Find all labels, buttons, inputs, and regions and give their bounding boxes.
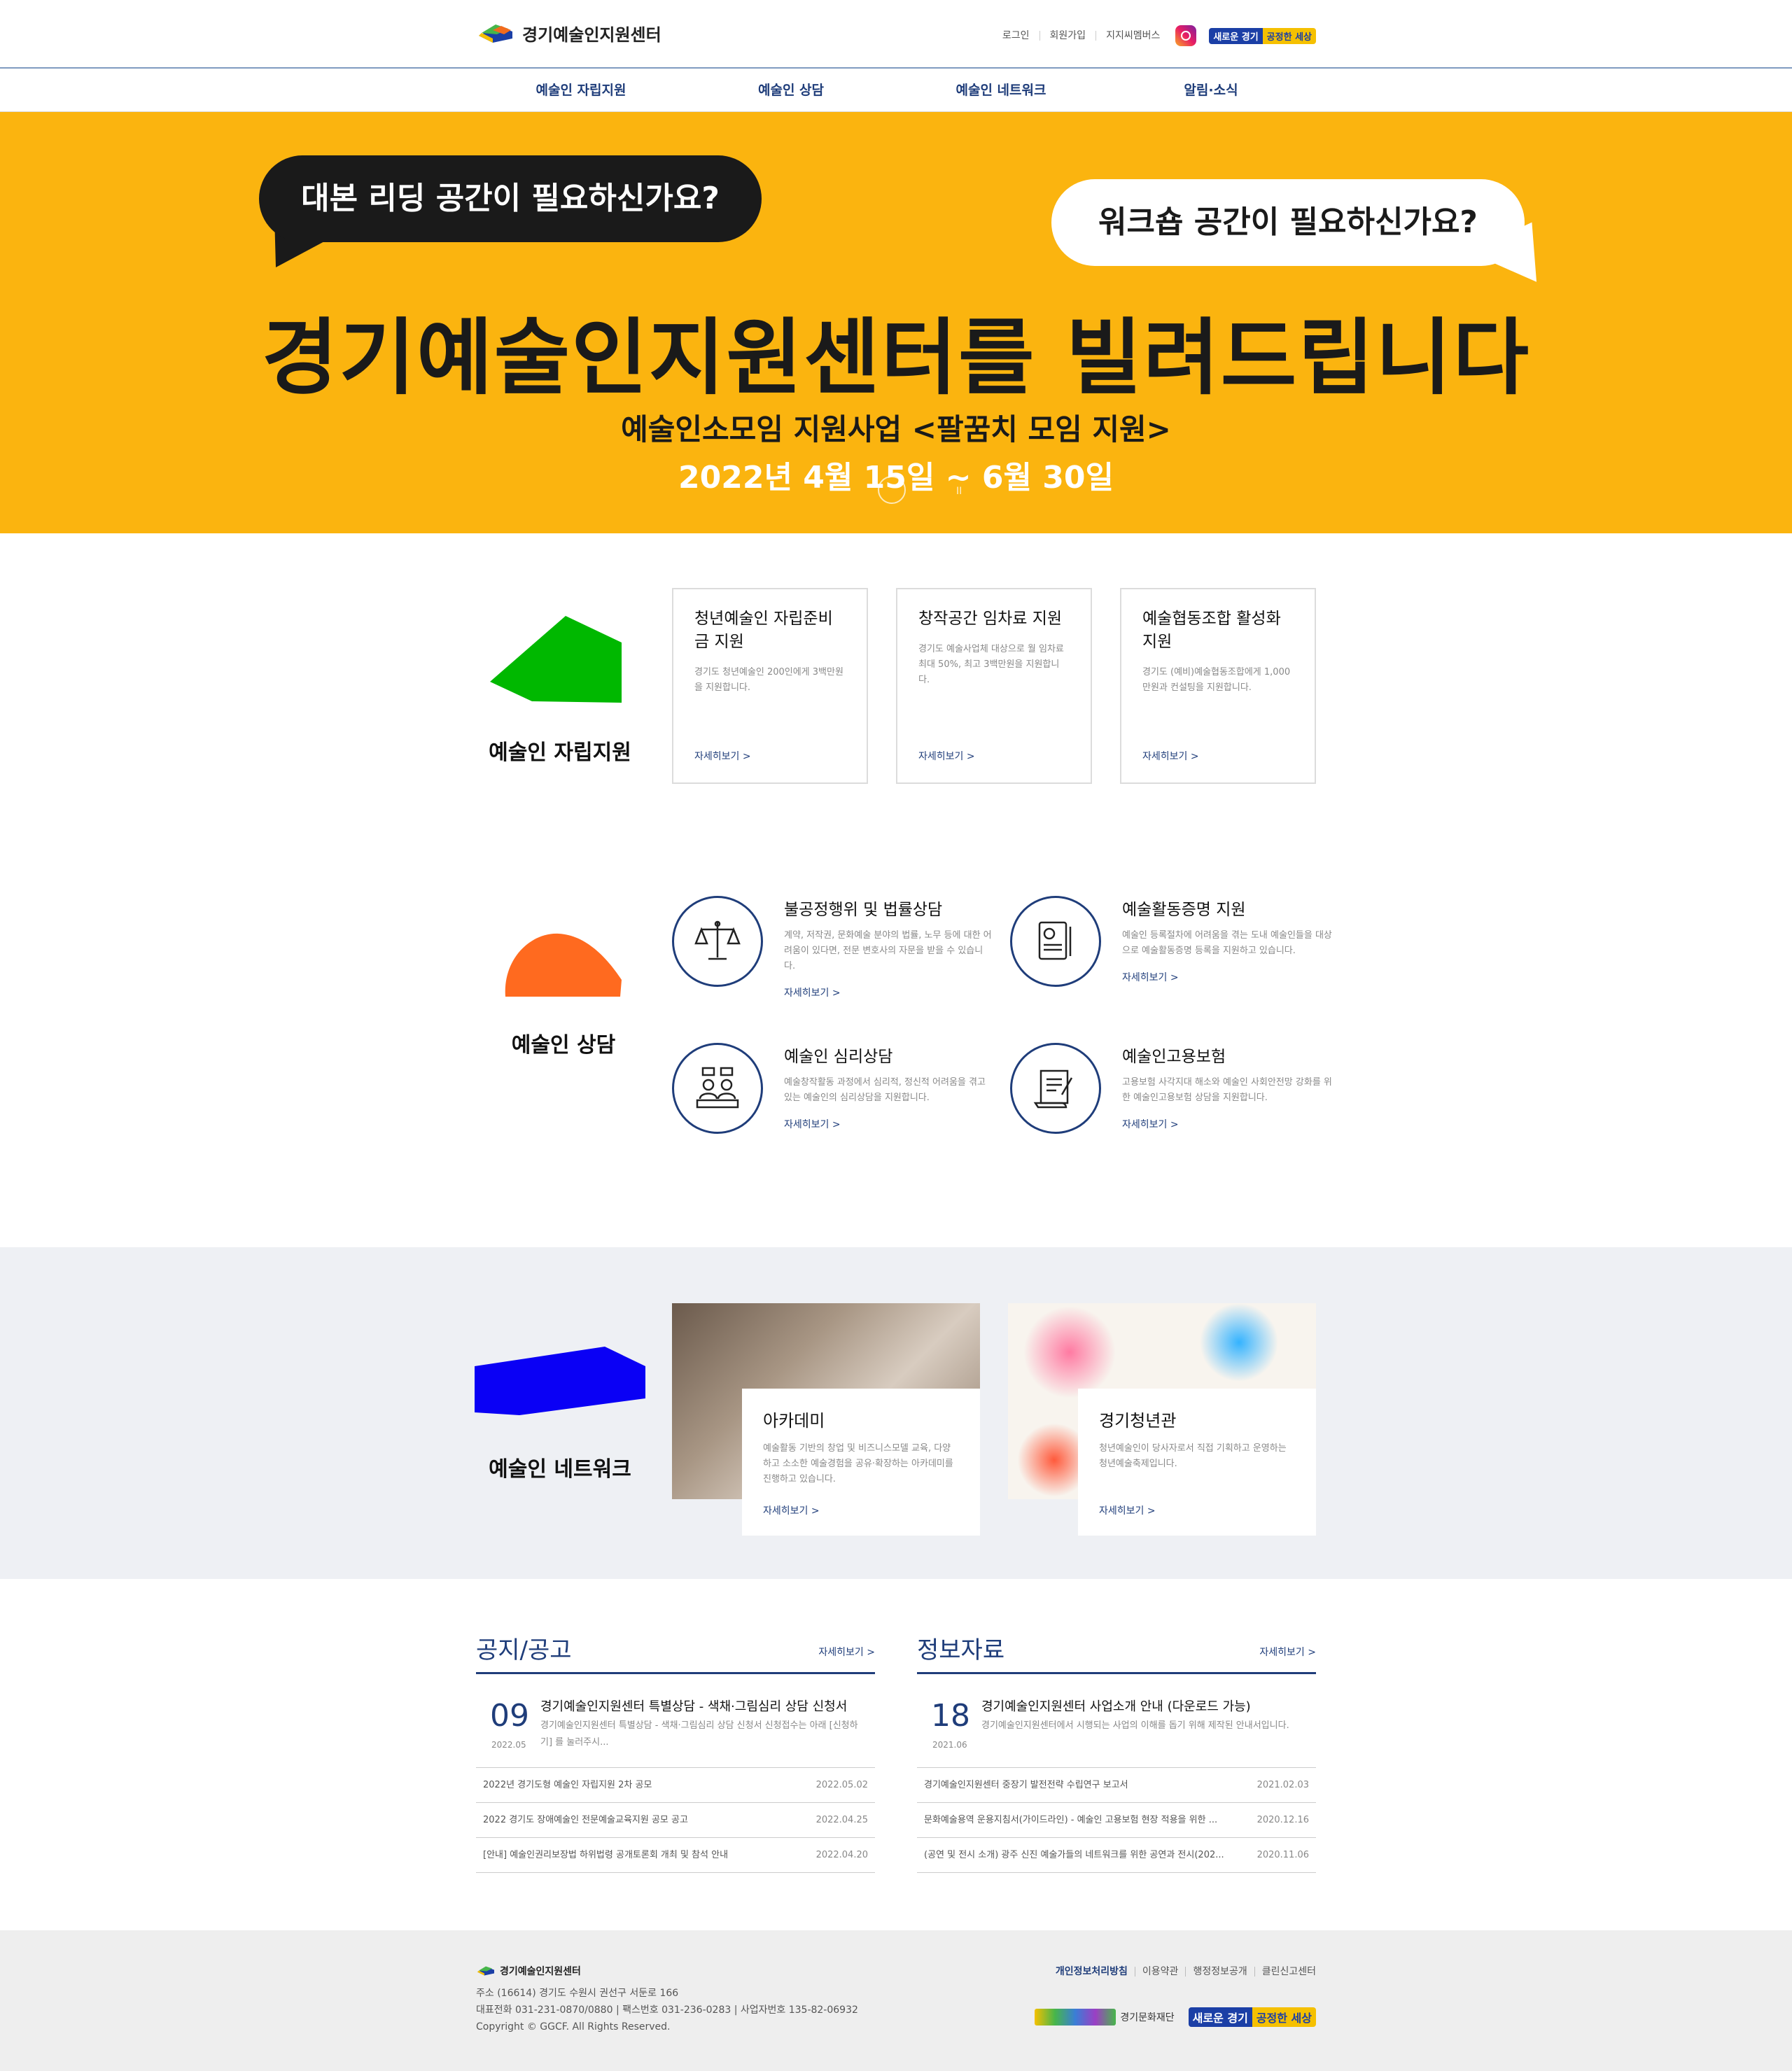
list-item[interactable]: 문화예술용역 운용지침서(가이드라인) - 예술인 고용보험 현장 적용을 위한… <box>917 1803 1316 1838</box>
terms-link[interactable]: 이용약관 <box>1135 1967 1186 1977</box>
hero-subtitle: 예술인소모임 지원사업 <팔꿈치 모임 지원> <box>621 412 1171 447</box>
ggcf-mark-icon <box>1035 2009 1116 2026</box>
site-footer: 경기예술인지원센터 주소 (16614) 경기도 수원시 권선구 서둔로 166… <box>0 1930 1792 2071</box>
notice-board: 공지/공고 자세히보기 > 09 2022.05 경기예술인지원센터 특별상담 … <box>476 1631 875 1873</box>
card-studio-rent[interactable]: 창작공간 임차료 지원 경기도 예술사업체 대상으로 월 임차료 최대 50%,… <box>896 588 1092 784</box>
card-youth-fund[interactable]: 청년예술인 자립준비금 지원 경기도 청년예술인 200인에게 3백만원을 지원… <box>672 588 868 784</box>
network-label: 예술인 네트워크 <box>489 1457 631 1482</box>
list-item[interactable]: 경기예술인지원센터 중장기 발전전략 수립연구 보고서 2021.02.03 <box>917 1768 1316 1803</box>
info-board: 정보자료 자세히보기 > 18 2021.06 경기예술인지원센터 사업소개 안… <box>917 1631 1316 1873</box>
consult-shape-icon <box>505 933 622 997</box>
slogan-badge: 새로운 경기 공정한 세상 <box>1188 2007 1316 2027</box>
info-more-link[interactable]: 자세히보기 > <box>1259 1645 1316 1659</box>
consult-insurance[interactable]: 예술인고용보험 고용보험 사각지대 해소와 예술인 사회안전망 강화를 위한 예… <box>1010 1043 1339 1176</box>
utility-menu: 로그인 회원가입 지지씨멤버스 새로운 경기 공정한 세상 <box>993 25 1316 46</box>
list-item[interactable]: (공연 및 전시 소개) 광주 신진 예술가들의 네트워크를 위한 공연과 전시… <box>917 1838 1316 1873</box>
scales-icon <box>672 896 763 987</box>
network-section: 예술인 네트워크 아카데미 예술활동 기반의 창업 및 비즈니스모델 교육, 다… <box>0 1247 1792 1579</box>
notice-more-link[interactable]: 자세히보기 > <box>818 1645 875 1659</box>
ggcf-logo[interactable]: 경기문화재단 <box>1035 2009 1175 2026</box>
main-nav: 예술인 자립지원 예술인 상담 예술인 네트워크 알림·소식 <box>0 69 1792 112</box>
footer-links: 개인정보처리방침 이용약관 행정정보공개 클린신고센터 <box>1049 1967 1316 1977</box>
more-link[interactable]: 자세히보기 > <box>1099 1503 1156 1517</box>
footer-sponsors: 경기문화재단 새로운 경기 공정한 세상 <box>1035 2007 1316 2027</box>
network-youth-hall[interactable]: 경기청년관 청년예술인이 당사자로서 직접 기획하고 운영하는 청년예술축제입니… <box>1078 1389 1316 1536</box>
certificate-icon <box>1010 896 1101 987</box>
signup-link[interactable]: 회원가입 <box>1040 31 1097 41</box>
insurance-doc-icon <box>1010 1043 1101 1134</box>
hero-banner[interactable]: 대본 리딩 공간이 필요하신가요? 워크숍 공간이 필요하신가요? 경기예술인지… <box>0 112 1792 533</box>
network-shape-icon <box>475 1347 645 1415</box>
logo-mark-icon <box>477 1966 494 1976</box>
more-link[interactable]: 자세히보기 > <box>918 749 975 763</box>
logo-mark-icon <box>479 24 512 43</box>
list-item[interactable]: 2022 경기도 장애예술인 전문예술교육지원 공모 공고 2022.04.25 <box>476 1803 875 1838</box>
consult-certificate[interactable]: 예술활동증명 지원 예술인 등록절차에 어려움을 겪는 도내 예술인들을 대상으… <box>1010 896 1339 1029</box>
network-academy[interactable]: 아카데미 예술활동 기반의 창업 및 비즈니스모델 교육, 다양하고 소소한 예… <box>742 1389 980 1536</box>
consult-psychology[interactable]: 예술인 심리상담 예술창작활동 과정에서 심리적, 정신적 어려움을 겪고 있는… <box>672 1043 1001 1176</box>
self-support-shape-icon <box>490 616 622 703</box>
site-logo[interactable]: 경기예술인지원센터 <box>476 21 662 45</box>
more-link[interactable]: 자세히보기 > <box>1142 749 1199 763</box>
footer-address: 주소 (16614) 경기도 수원시 권선구 서둔로 166 대표전화 031-… <box>476 1988 858 2033</box>
more-link[interactable]: 자세히보기 > <box>1122 1117 1332 1131</box>
slogan-badge: 새로운 경기 공정한 세상 <box>1209 27 1316 44</box>
speech-bubble-right: 워크숍 공간이 필요하신가요? <box>1051 179 1525 266</box>
info-featured[interactable]: 18 2021.06 경기예술인지원센터 사업소개 안내 (다운로드 가능) 경… <box>917 1674 1316 1768</box>
nav-item-consult[interactable]: 예술인 상담 <box>686 69 896 112</box>
login-link[interactable]: 로그인 <box>993 31 1040 41</box>
members-link[interactable]: 지지씨멤버스 <box>1096 31 1170 41</box>
counseling-icon <box>672 1043 763 1134</box>
hero-title: 경기예술인지원센터를 빌려드립니다 <box>261 309 1531 406</box>
logo-text: 경기예술인지원센터 <box>522 25 662 45</box>
site-header: 경기예술인지원센터 로그인 회원가입 지지씨멤버스 새로운 경기 공정한 세상 <box>0 0 1792 69</box>
footer-logo[interactable]: 경기예술인지원센터 <box>476 1964 581 1978</box>
nav-item-network[interactable]: 예술인 네트워크 <box>896 69 1106 112</box>
more-link[interactable]: 자세히보기 > <box>784 985 994 999</box>
nav-item-news[interactable]: 알림·소식 <box>1106 69 1316 112</box>
self-support-label: 예술인 자립지원 <box>489 740 631 765</box>
pause-icon[interactable]: II <box>956 486 962 497</box>
privacy-link[interactable]: 개인정보처리방침 <box>1049 1967 1135 1977</box>
info-title: 정보자료 <box>917 1636 1005 1664</box>
notice-title: 공지/공고 <box>476 1636 572 1664</box>
consult-label: 예술인 상담 <box>511 1033 616 1058</box>
nav-item-self-support[interactable]: 예술인 자립지원 <box>476 69 686 112</box>
more-link[interactable]: 자세히보기 > <box>1122 970 1332 984</box>
card-coop[interactable]: 예술협동조합 활성화 지원 경기도 (예비)예술협동조합에게 1,000만원과 … <box>1120 588 1316 784</box>
speech-bubble-left: 대본 리딩 공간이 필요하신가요? <box>259 155 762 242</box>
more-link[interactable]: 자세히보기 > <box>784 1117 994 1131</box>
instagram-icon[interactable] <box>1175 25 1197 46</box>
slide-indicator[interactable] <box>878 476 906 504</box>
more-link[interactable]: 자세히보기 > <box>694 749 751 763</box>
admin-info-link[interactable]: 행정정보공개 <box>1186 1967 1255 1977</box>
notice-featured[interactable]: 09 2022.05 경기예술인지원센터 특별상담 - 색채·그림심리 상담 신… <box>476 1674 875 1768</box>
list-item[interactable]: [안내] 예술인권리보장법 하위법령 공개토론회 개최 및 참석 안내 2022.… <box>476 1838 875 1873</box>
more-link[interactable]: 자세히보기 > <box>763 1503 820 1517</box>
consult-legal[interactable]: 불공정행위 및 법률상담 계약, 저작권, 문화예술 분야의 법률, 노무 등에… <box>672 896 1001 1029</box>
list-item[interactable]: 2022년 경기도형 예술인 자립지원 2차 공모 2022.05.02 <box>476 1768 875 1803</box>
clean-report-link[interactable]: 클린신고센터 <box>1255 1967 1316 1977</box>
